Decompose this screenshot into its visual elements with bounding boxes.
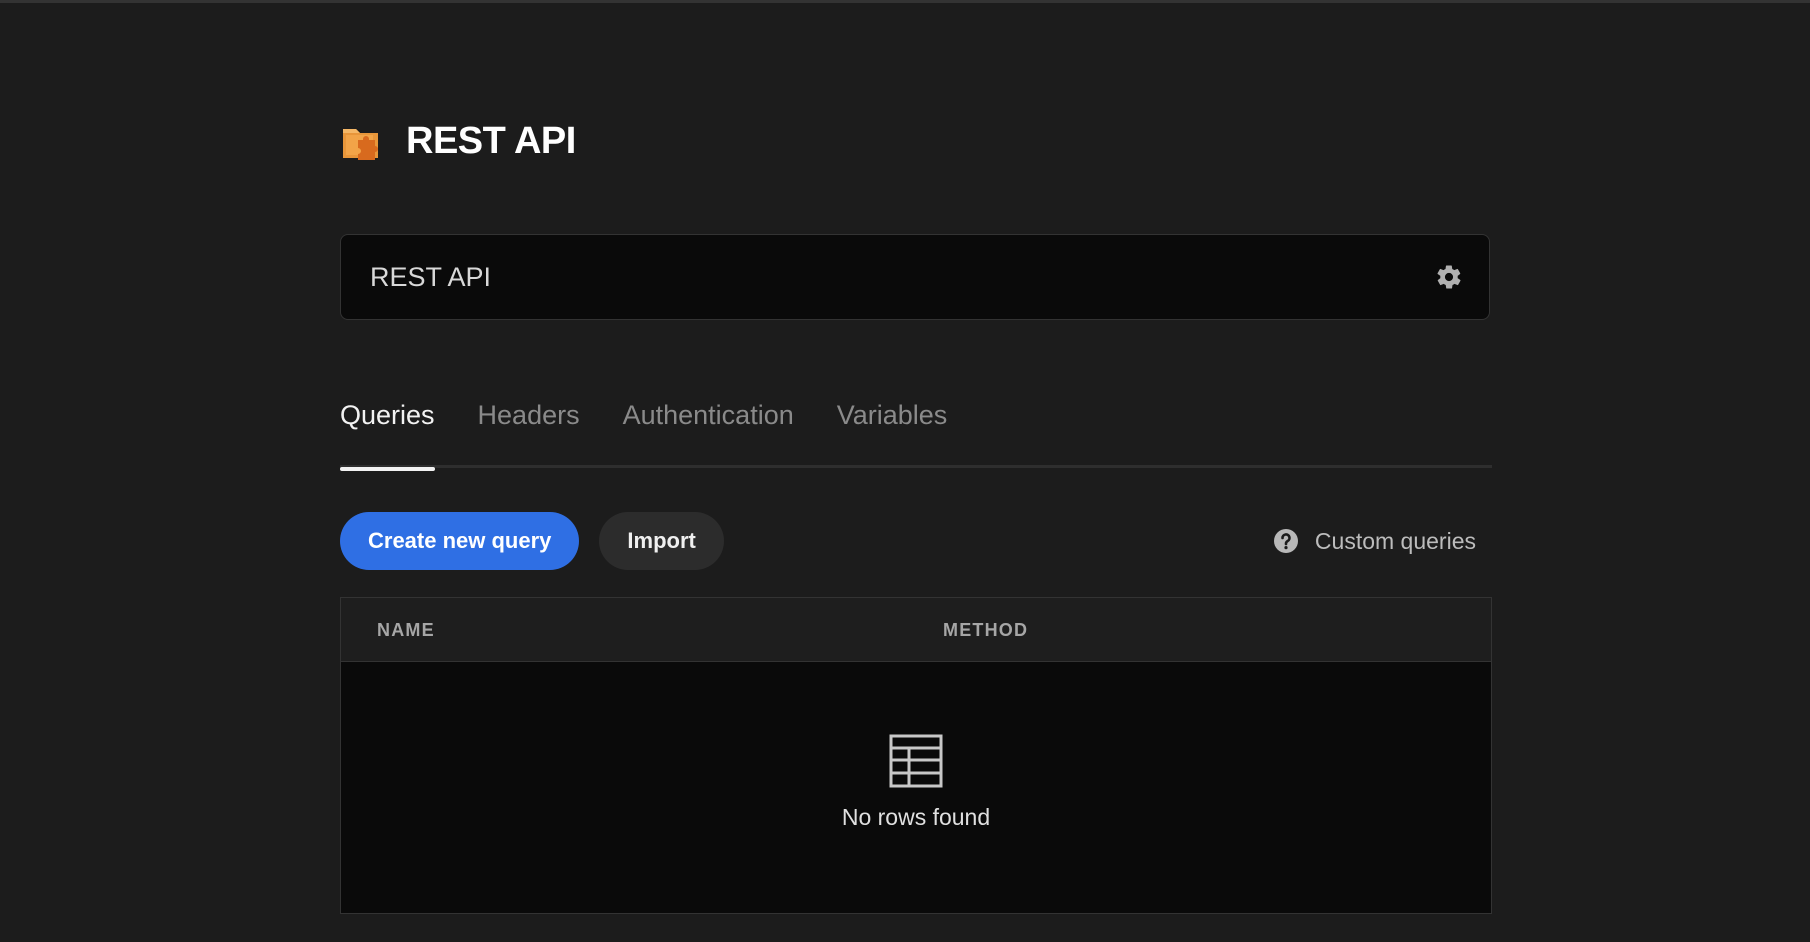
page-header: REST API <box>340 118 576 164</box>
empty-state-text: No rows found <box>841 804 991 830</box>
gear-icon[interactable] <box>1435 263 1463 291</box>
custom-queries-help-link[interactable]: Custom queries <box>1273 528 1476 555</box>
puzzle-folder-icon <box>340 118 386 164</box>
datasource-name-value[interactable]: REST API <box>370 262 491 293</box>
import-button[interactable]: Import <box>599 512 724 570</box>
column-header-name[interactable]: NAME <box>377 598 435 662</box>
custom-queries-label[interactable]: Custom queries <box>1315 528 1476 555</box>
query-actions: Create new query Import Custom queries <box>340 512 1492 570</box>
queries-table: NAME METHOD No rows found <box>340 597 1492 914</box>
datasource-name-field[interactable]: REST API <box>340 234 1490 320</box>
tab-queries[interactable]: Queries <box>340 392 435 471</box>
question-circle-icon[interactable] <box>1273 528 1299 554</box>
tab-variables[interactable]: Variables <box>837 392 948 468</box>
page-title: REST API <box>406 119 576 162</box>
tab-authentication[interactable]: Authentication <box>623 392 794 468</box>
table-header: NAME METHOD <box>341 598 1491 662</box>
top-border <box>0 0 1810 3</box>
tab-headers[interactable]: Headers <box>478 392 580 468</box>
column-header-method[interactable]: METHOD <box>943 598 1028 662</box>
empty-state: No rows found <box>341 662 1491 913</box>
table-icon <box>889 734 943 788</box>
create-new-query-button[interactable]: Create new query <box>340 512 580 570</box>
tab-bar: Queries Headers Authentication Variables <box>340 392 1492 471</box>
